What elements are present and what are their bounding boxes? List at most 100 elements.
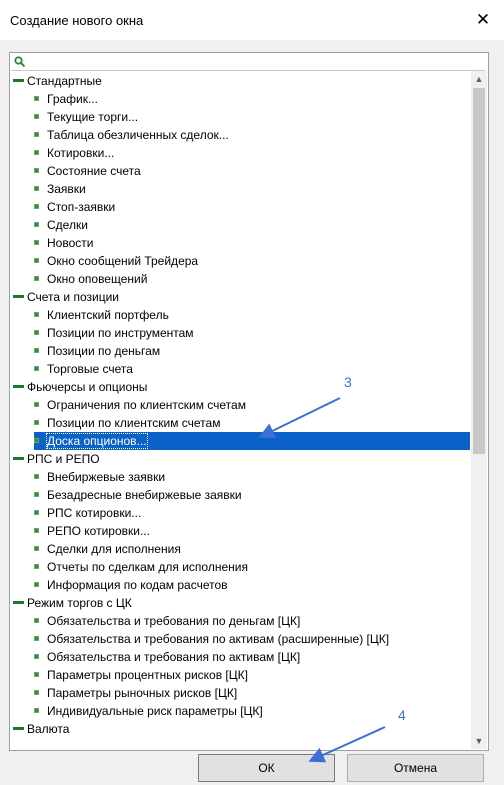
tree-item[interactable]: Торговые счета: [34, 360, 470, 378]
window-type-icon: [34, 474, 39, 480]
tree-group[interactable]: Стандартные: [11, 72, 470, 90]
window-type-icon: [34, 618, 39, 624]
collapse-icon[interactable]: [13, 727, 24, 731]
tree-item[interactable]: Позиции по клиентским счетам: [34, 414, 470, 432]
tree-group[interactable]: РПС и РЕПО: [11, 450, 470, 468]
tree-item-label: Обязательства и требования по активам [Ц…: [47, 650, 301, 664]
window-type-icon: [34, 528, 39, 534]
tree-item-label: Индивидуальные риск параметры [ЦК]: [47, 704, 263, 718]
tree-item[interactable]: Позиции по деньгам: [34, 342, 470, 360]
tree-item-label: Заявки: [47, 182, 86, 196]
tree-item-label: Котировки...: [47, 146, 115, 160]
window-type-tree[interactable]: Стандартные График... Текущие торги... Табл…: [11, 71, 470, 749]
chevron-up-icon[interactable]: ▲: [471, 71, 487, 87]
window-type-icon: [34, 366, 39, 372]
tree-item-label: РЕПО котировки...: [47, 524, 150, 538]
dialog-title: Создание нового окна: [10, 13, 144, 28]
search-icon: [14, 56, 26, 68]
tree-group-label: РПС и РЕПО: [27, 452, 100, 466]
create-window-dialog: Создание нового окна ✕ Стандартные График…: [0, 0, 504, 785]
tree-item[interactable]: Заявки: [34, 180, 470, 198]
tree-item-label: График...: [47, 92, 98, 106]
tree-item[interactable]: РПС котировки...: [34, 504, 470, 522]
window-type-icon: [34, 564, 39, 570]
collapse-icon[interactable]: [13, 385, 24, 389]
tree-item-label: Безадресные внебиржевые заявки: [47, 488, 242, 502]
annotation-label-3: 3: [344, 374, 352, 390]
window-type-icon: [34, 132, 39, 138]
tree-item[interactable]: Клиентский портфель: [34, 306, 470, 324]
annotation-label-4: 4: [398, 707, 406, 723]
window-type-icon: [34, 636, 39, 642]
window-type-icon: [34, 168, 39, 174]
tree-item[interactable]: Стоп-заявки: [34, 198, 470, 216]
tree-group[interactable]: Счета и позиции: [11, 288, 470, 306]
tree-item-label: Параметры рыночных рисков [ЦК]: [47, 686, 238, 700]
tree-item[interactable]: Котировки...: [34, 144, 470, 162]
tree-group[interactable]: Режим торгов с ЦК: [11, 594, 470, 612]
tree-item[interactable]: Обязательства и требования по активам (р…: [34, 630, 470, 648]
collapse-icon[interactable]: [13, 601, 24, 605]
tree-item[interactable]: Внебиржевые заявки: [34, 468, 470, 486]
window-type-icon: [34, 96, 39, 102]
tree-item[interactable]: Параметры процентных рисков [ЦК]: [34, 666, 470, 684]
tree-item-label: Ограничения по клиентским счетам: [47, 398, 246, 412]
tree-item-label: Информация по кодам расчетов: [47, 578, 228, 592]
cancel-button[interactable]: Отмена: [347, 754, 484, 782]
ok-button[interactable]: ОК: [198, 754, 335, 782]
search-input[interactable]: [29, 54, 479, 69]
tree-item[interactable]: Сделки: [34, 216, 470, 234]
vertical-scrollbar[interactable]: ▲ ▼: [471, 71, 487, 749]
tree-item[interactable]: График...: [34, 90, 470, 108]
tree-group[interactable]: Фьючерсы и опционы: [11, 378, 470, 396]
chevron-down-icon[interactable]: ▼: [471, 733, 487, 749]
tree-item-label: Таблица обезличенных сделок...: [47, 128, 229, 142]
tree-item-label: Внебиржевые заявки: [47, 470, 166, 484]
close-icon: ✕: [475, 10, 491, 29]
tree-item[interactable]: Позиции по инструментам: [34, 324, 470, 342]
window-type-icon: [34, 222, 39, 228]
tree-item-label: Сделки для исполнения: [47, 542, 181, 556]
tree-item[interactable]: Сделки для исполнения: [34, 540, 470, 558]
tree-group-label: Валюта: [27, 722, 70, 736]
tree-item-label: Состояние счета: [47, 164, 141, 178]
title-bar: Создание нового окна ✕: [0, 0, 504, 40]
tree-item[interactable]: Обязательства и требования по деньгам [Ц…: [34, 612, 470, 630]
tree-item[interactable]: Таблица обезличенных сделок...: [34, 126, 470, 144]
tree-item[interactable]: Информация по кодам расчетов: [34, 576, 470, 594]
tree-item-label: Окно оповещений: [47, 272, 148, 286]
window-type-icon: [34, 690, 39, 696]
tree-item[interactable]: Отчеты по сделкам для исполнения: [34, 558, 470, 576]
tree-item[interactable]: Состояние счета: [34, 162, 470, 180]
search-box[interactable]: [11, 54, 485, 71]
window-type-icon: [34, 510, 39, 516]
tree-item-label: Обязательства и требования по активам (р…: [47, 632, 390, 646]
tree-item[interactable]: Параметры рыночных рисков [ЦК]: [34, 684, 470, 702]
collapse-icon[interactable]: [13, 79, 24, 83]
tree-item[interactable]: Окно сообщений Трейдера: [34, 252, 470, 270]
tree-item-label: Отчеты по сделкам для исполнения: [47, 560, 248, 574]
tree-item-label: Обязательства и требования по деньгам [Ц…: [47, 614, 301, 628]
tree-item[interactable]: Ограничения по клиентским счетам: [34, 396, 470, 414]
tree-item[interactable]: Доска опционов...: [34, 432, 470, 450]
tree-item[interactable]: Новости: [34, 234, 470, 252]
tree-item-label: Сделки: [47, 218, 88, 232]
window-type-icon: [34, 330, 39, 336]
tree-item[interactable]: Безадресные внебиржевые заявки: [34, 486, 470, 504]
close-button[interactable]: ✕: [466, 6, 500, 34]
scrollbar-thumb[interactable]: [473, 88, 485, 454]
window-type-icon: [34, 186, 39, 192]
tree-item-label: Новости: [47, 236, 94, 250]
collapse-icon[interactable]: [13, 295, 24, 299]
tree-item[interactable]: Окно оповещений: [34, 270, 470, 288]
tree-group-label: Режим торгов с ЦК: [27, 596, 132, 610]
collapse-icon[interactable]: [13, 457, 24, 461]
tree-item[interactable]: Текущие торги...: [34, 108, 470, 126]
window-type-icon: [34, 240, 39, 246]
tree-item[interactable]: Обязательства и требования по активам [Ц…: [34, 648, 470, 666]
tree-item[interactable]: РЕПО котировки...: [34, 522, 470, 540]
window-type-icon: [34, 582, 39, 588]
window-type-icon: [34, 312, 39, 318]
tree-item-label: Текущие торги...: [47, 110, 139, 124]
tree-item-label: Позиции по инструментам: [47, 326, 194, 340]
